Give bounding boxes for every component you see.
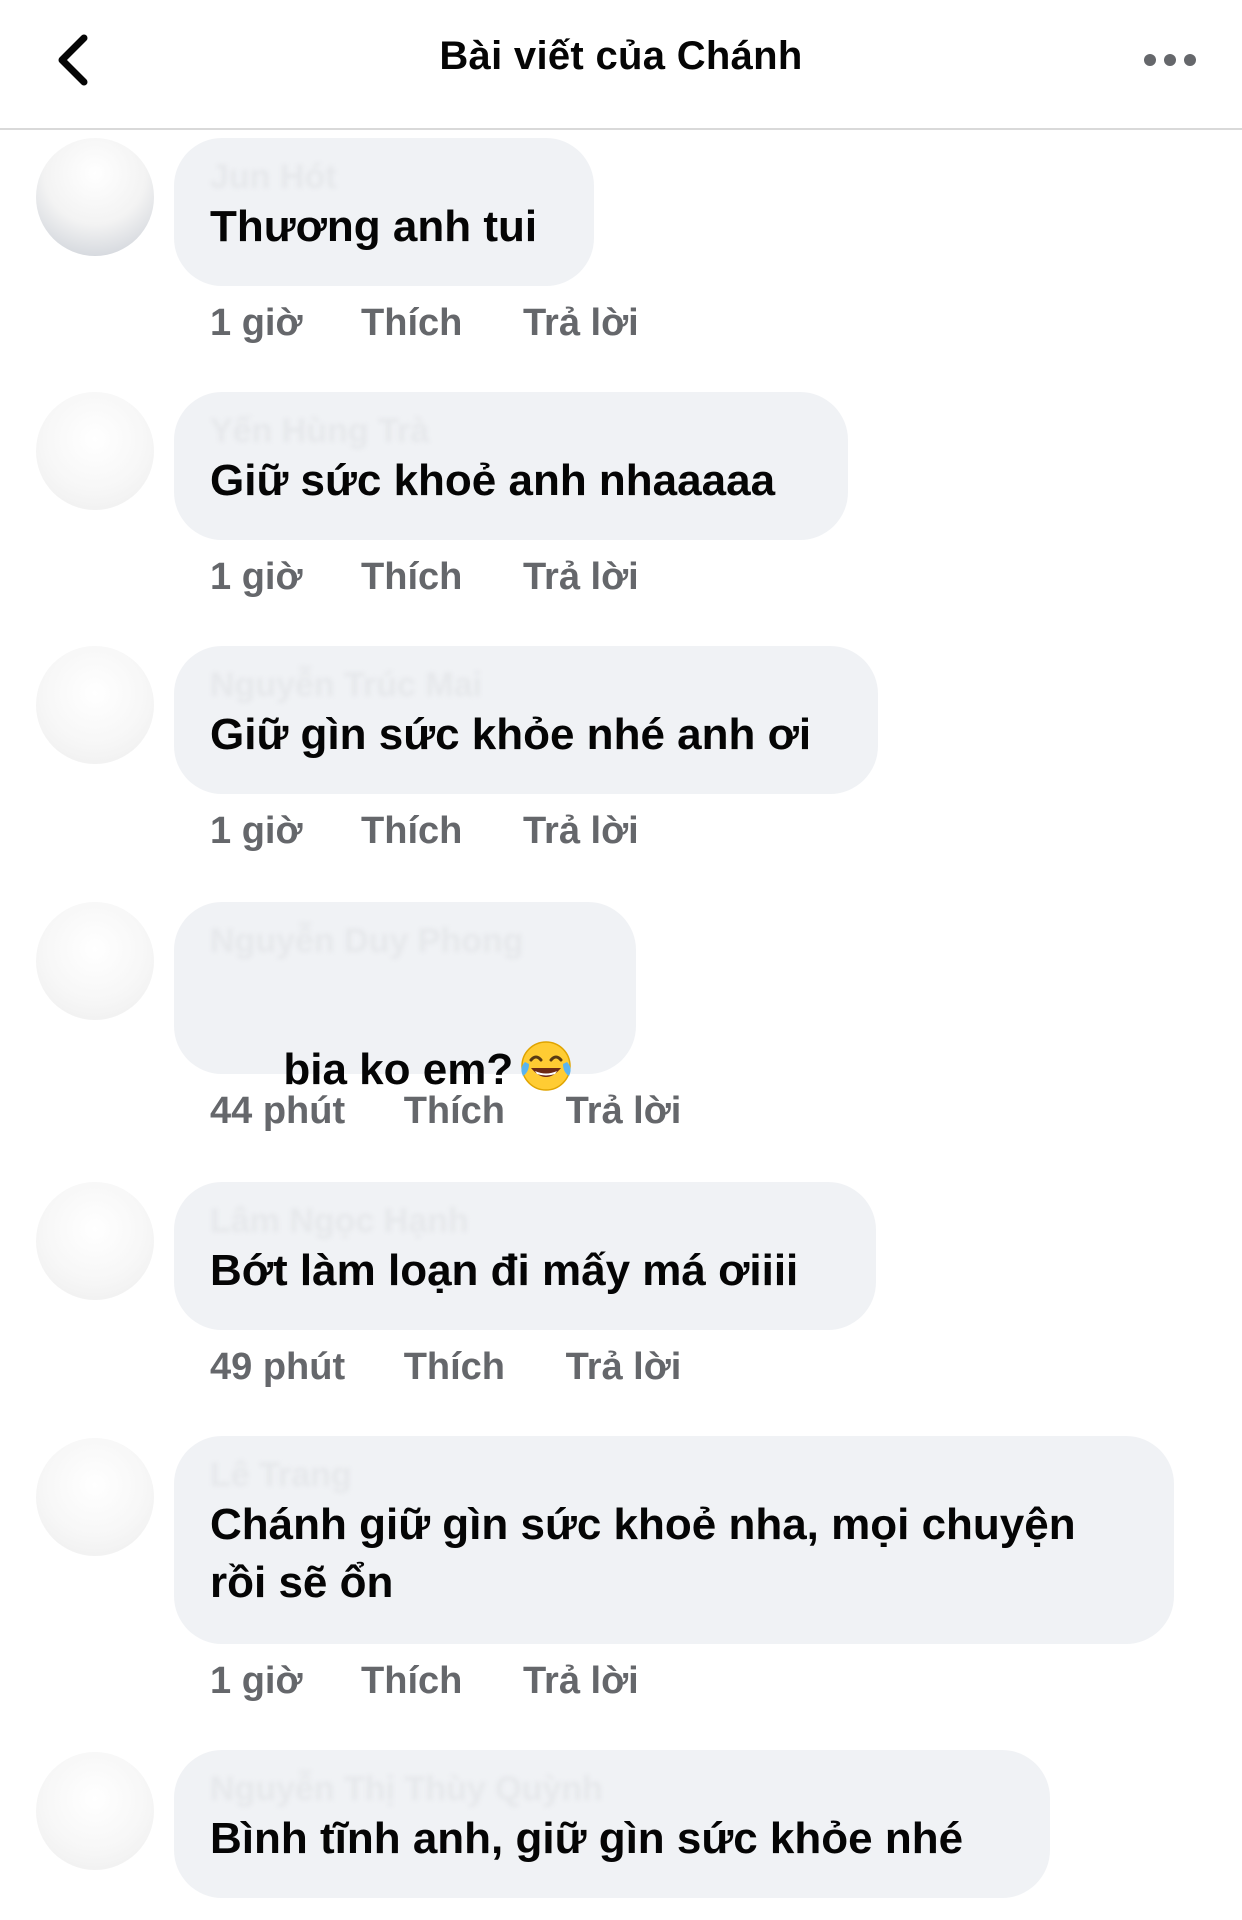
top-nav-bar: Bài viết của Chánh (0, 0, 1242, 130)
reply-button[interactable]: Trả lời (523, 1660, 639, 1703)
comment-text-row: bia ko em? (210, 980, 600, 1165)
comment-bubble[interactable]: Nguyễn Duy Phong bia ko em? (174, 902, 636, 1094)
comment-bubble[interactable]: Nguyễn Thị Thùy Quỳnh Bình tĩnh anh, giữ… (174, 1750, 1050, 1898)
comment-author[interactable]: Nguyễn Trúc Mai (210, 664, 842, 706)
avatar[interactable] (36, 1752, 154, 1870)
comment-bubble[interactable]: Lê Trang Chánh giữ gìn sức khoẻ nha, mọi… (174, 1436, 1174, 1644)
comment-bubble[interactable]: Nguyễn Trúc Mai Giữ gìn sức khỏe nhé anh… (174, 646, 878, 794)
comment-time: 1 giờ (210, 1660, 303, 1702)
more-options-button[interactable] (1140, 40, 1200, 80)
comment-actions: 49 phút Thích Trả lời (210, 1346, 681, 1389)
comment-author[interactable]: Nguyễn Thị Thùy Quỳnh (210, 1768, 1014, 1810)
comment-text: Thương anh tui (210, 202, 538, 251)
avatar[interactable] (36, 902, 154, 1020)
comment-text: Bớt làm loạn đi mấy má ơiiii (210, 1246, 799, 1295)
comment-bubble[interactable]: Yến Hùng Trà Giữ sức khoẻ anh nhaaaaa (174, 392, 848, 540)
comment-actions: 1 giờ Thích Trả lời (210, 302, 639, 345)
comment-text: bia ko em? (283, 1045, 514, 1094)
comment-actions: 44 phút Thích Trả lời (210, 1090, 681, 1133)
comment-text: Giữ gìn sức khỏe nhé anh ơi (210, 710, 812, 759)
comment-text: Bình tĩnh anh, giữ gìn sức khỏe nhé (210, 1814, 964, 1863)
comment-time: 1 giờ (210, 556, 303, 598)
avatar[interactable] (36, 138, 154, 256)
comment-actions: 1 giờ Thích Trả lời (210, 556, 639, 599)
reply-button[interactable]: Trả lời (523, 302, 639, 345)
comment-time: 44 phút (210, 1090, 346, 1132)
comment-author[interactable]: Lê Trang (210, 1454, 1138, 1496)
like-button[interactable]: Thích (404, 1090, 505, 1133)
comment-author[interactable]: Nguyễn Duy Phong (210, 920, 600, 962)
comment-actions: 1 giờ Thích Trả lời (210, 1660, 639, 1703)
like-button[interactable]: Thích (361, 302, 462, 345)
comment-text: Giữ sức khoẻ anh nhaaaaa (210, 456, 776, 505)
comment-time: 1 giờ (210, 302, 303, 344)
avatar[interactable] (36, 1182, 154, 1300)
avatar[interactable] (36, 646, 154, 764)
comment-author[interactable]: Yến Hùng Trà (210, 410, 812, 452)
comment-bubble[interactable]: Jun Hót Thương anh tui (174, 138, 594, 286)
like-button[interactable]: Thích (361, 556, 462, 599)
comment-actions: 1 giờ Thích Trả lời (210, 810, 639, 853)
avatar[interactable] (36, 392, 154, 510)
reply-button[interactable]: Trả lời (566, 1346, 682, 1389)
reply-button[interactable]: Trả lời (523, 556, 639, 599)
page-title: Bài viết của Chánh (439, 34, 803, 78)
comment-time: 49 phút (210, 1346, 346, 1388)
reply-button[interactable]: Trả lời (523, 810, 639, 853)
reply-button[interactable]: Trả lời (566, 1090, 682, 1133)
like-button[interactable]: Thích (361, 1660, 462, 1703)
comment-bubble[interactable]: Lâm Ngọc Hạnh Bớt làm loạn đi mấy má ơii… (174, 1182, 876, 1330)
like-button[interactable]: Thích (404, 1346, 505, 1389)
more-horizontal-icon (1144, 54, 1196, 66)
comment-time: 1 giờ (210, 810, 303, 852)
comment-author[interactable]: Jun Hót (210, 156, 558, 198)
comment-text: Chánh giữ gìn sức khoẻ nha, mọi chuyện r… (210, 1500, 1076, 1607)
comment-author[interactable]: Lâm Ngọc Hạnh (210, 1200, 840, 1242)
avatar[interactable] (36, 1438, 154, 1556)
like-button[interactable]: Thích (361, 810, 462, 853)
